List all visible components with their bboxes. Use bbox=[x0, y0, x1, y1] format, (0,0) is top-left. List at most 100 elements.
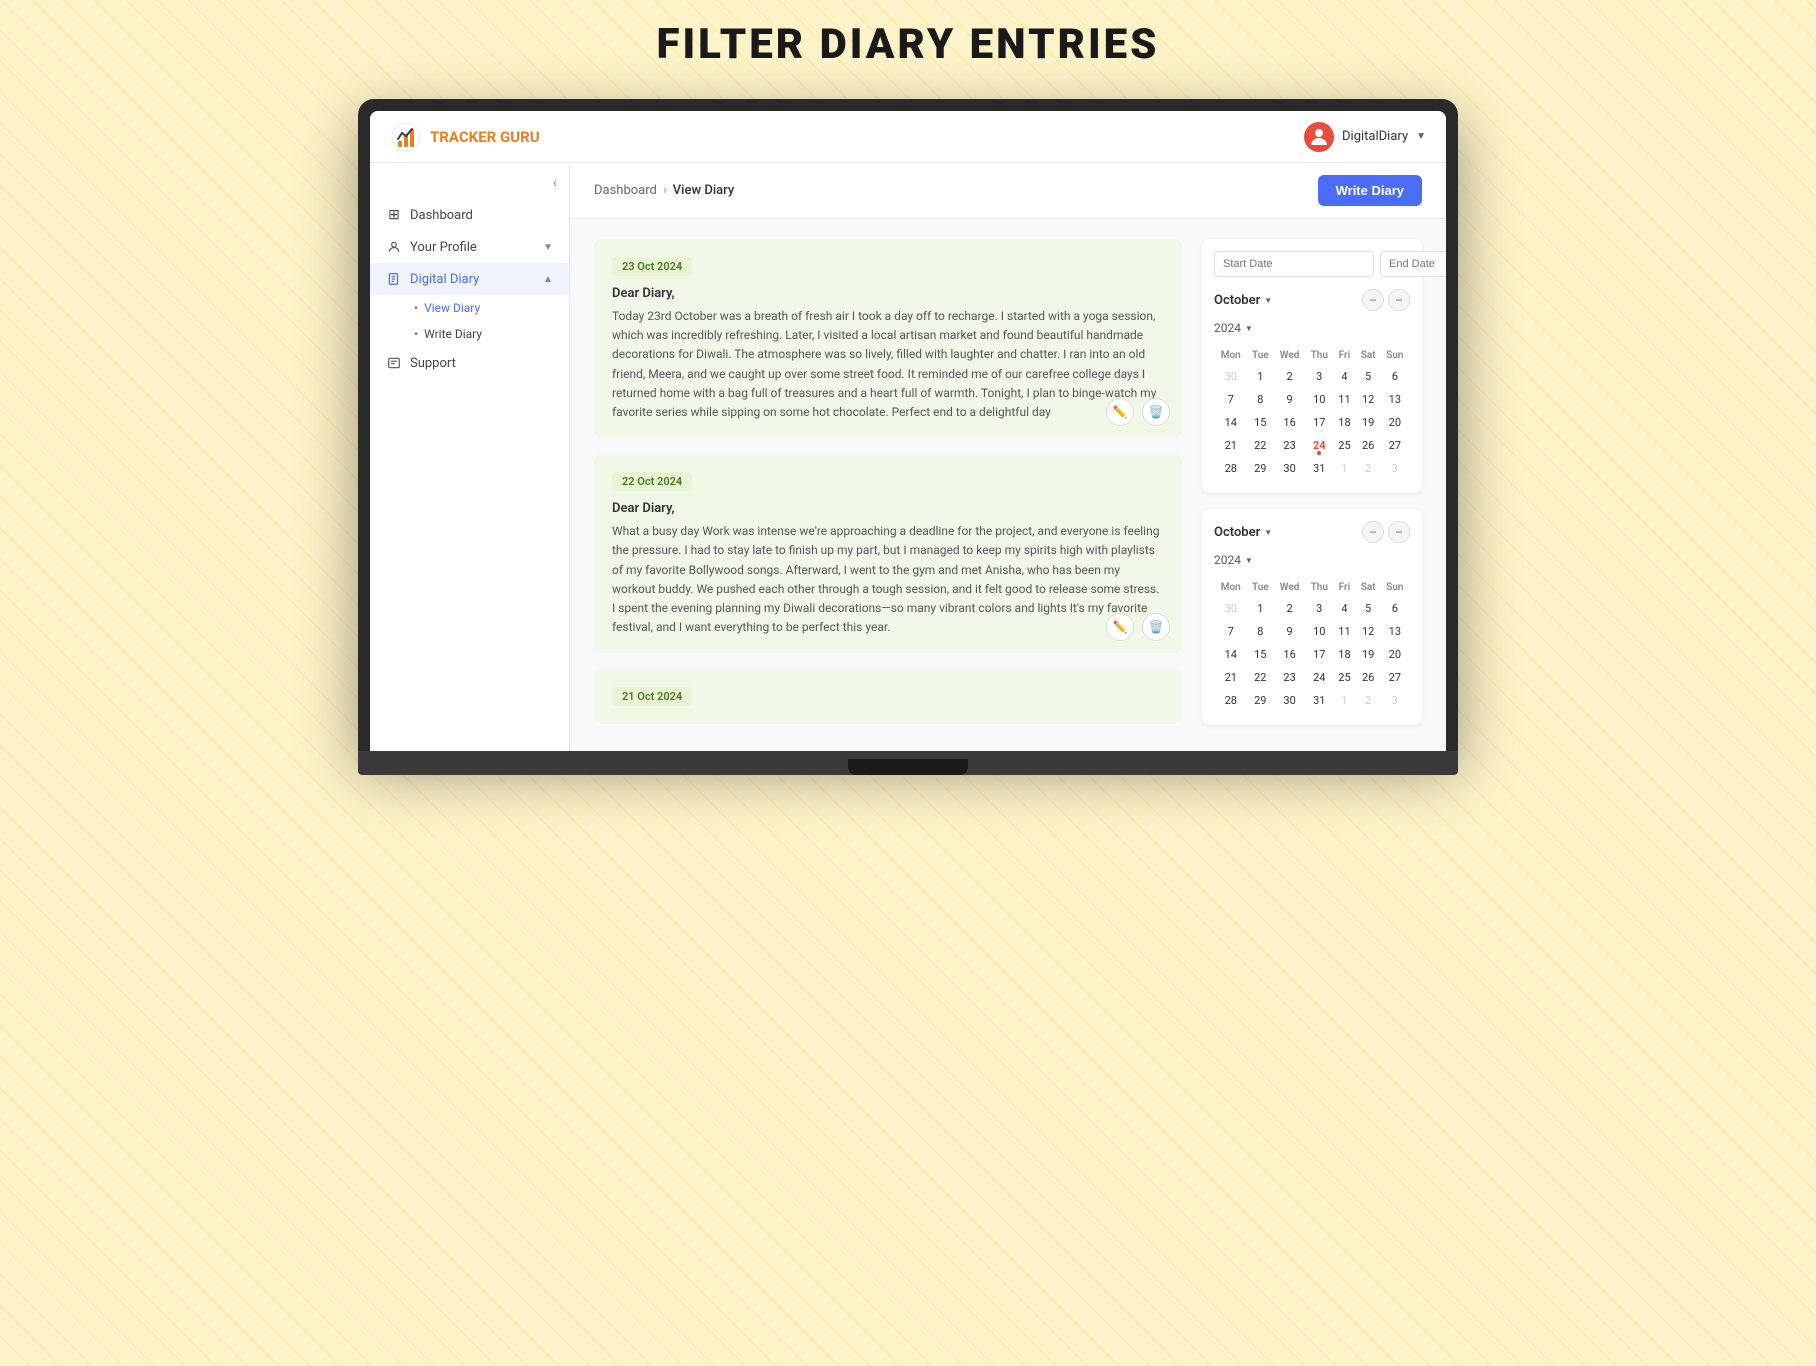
calendar-day[interactable]: 19 bbox=[1357, 412, 1380, 433]
calendar-day[interactable]: 31 bbox=[1306, 690, 1332, 711]
content-header: Dashboard › View Diary Write Diary bbox=[570, 163, 1446, 219]
calendar-day[interactable]: 17 bbox=[1306, 412, 1332, 433]
calendar-day[interactable]: 2 bbox=[1275, 366, 1304, 387]
calendar-day[interactable]: 26 bbox=[1357, 667, 1380, 688]
calendar-bottom-month-chevron-icon[interactable] bbox=[1264, 527, 1272, 538]
calendar-day[interactable]: 16 bbox=[1275, 412, 1304, 433]
calendar-day[interactable]: 10 bbox=[1306, 621, 1332, 642]
calendar-day[interactable]: 3 bbox=[1382, 690, 1408, 711]
view-diary-label: View Diary bbox=[424, 301, 480, 315]
calendar-day[interactable]: 1 bbox=[1248, 598, 1274, 619]
calendar-day[interactable]: 1 bbox=[1248, 366, 1274, 387]
calendar-day[interactable]: 7 bbox=[1216, 389, 1246, 410]
calendar-day[interactable]: 5 bbox=[1357, 598, 1380, 619]
sidebar-toggle[interactable]: ‹ bbox=[370, 175, 569, 199]
sidebar-item-dashboard[interactable]: ⊞ Dashboard bbox=[370, 199, 569, 231]
calendar-day[interactable]: 16 bbox=[1275, 644, 1304, 665]
navbar: TRACKER GURU DigitalDiary ▼ bbox=[370, 111, 1446, 163]
calendar-day[interactable]: 21 bbox=[1216, 667, 1246, 688]
sidebar-item-view-diary[interactable]: View Diary bbox=[398, 295, 569, 321]
calendar-day[interactable]: 26 bbox=[1357, 435, 1380, 456]
calendar-day[interactable]: 29 bbox=[1248, 458, 1274, 479]
entry-1-delete-button[interactable]: 🗑️ bbox=[1142, 398, 1170, 426]
calendar-top-month-chevron-icon[interactable] bbox=[1264, 295, 1272, 306]
calendar-day[interactable]: 6 bbox=[1382, 598, 1408, 619]
calendar-bottom-prev-button[interactable]: − bbox=[1362, 521, 1384, 543]
calendar-day[interactable]: 6 bbox=[1382, 366, 1408, 387]
entry-2-edit-button[interactable]: ✏️ bbox=[1106, 613, 1134, 641]
calendar-day[interactable]: 29 bbox=[1248, 690, 1274, 711]
calendar-day[interactable]: 31 bbox=[1306, 458, 1332, 479]
calendar-day[interactable]: 10 bbox=[1306, 389, 1332, 410]
cal-top-th-fri: Fri bbox=[1334, 347, 1354, 364]
calendar-top-next-button[interactable]: − bbox=[1388, 289, 1410, 311]
calendar-bottom-year-chevron-icon[interactable] bbox=[1245, 555, 1253, 566]
calendar-top-year-chevron-icon[interactable] bbox=[1245, 323, 1253, 334]
calendar-day[interactable]: 8 bbox=[1248, 389, 1274, 410]
calendar-day[interactable]: 21 bbox=[1216, 435, 1246, 456]
calendar-day[interactable]: 12 bbox=[1357, 621, 1380, 642]
entry-2-delete-button[interactable]: 🗑️ bbox=[1142, 613, 1170, 641]
calendar-day[interactable]: 22 bbox=[1248, 435, 1274, 456]
entry-1-edit-button[interactable]: ✏️ bbox=[1106, 398, 1134, 426]
calendar-day[interactable]: 4 bbox=[1334, 598, 1354, 619]
calendar-day[interactable]: 23 bbox=[1275, 667, 1304, 688]
calendar-day[interactable]: 15 bbox=[1248, 644, 1274, 665]
calendar-day[interactable]: 1 bbox=[1334, 690, 1354, 711]
sidebar-item-your-profile[interactable]: Your Profile ▼ bbox=[370, 231, 569, 263]
end-date-input[interactable] bbox=[1380, 251, 1446, 277]
calendar-day[interactable]: 4 bbox=[1334, 366, 1354, 387]
calendar-day[interactable]: 25 bbox=[1334, 667, 1354, 688]
start-date-input[interactable] bbox=[1214, 251, 1374, 277]
calendar-day[interactable]: 28 bbox=[1216, 690, 1246, 711]
calendar-day[interactable]: 9 bbox=[1275, 621, 1304, 642]
calendar-day[interactable]: 27 bbox=[1382, 667, 1408, 688]
calendar-day[interactable]: 20 bbox=[1382, 412, 1408, 433]
calendar-day[interactable]: 27 bbox=[1382, 435, 1408, 456]
calendar-day[interactable]: 18 bbox=[1334, 644, 1354, 665]
calendar-day[interactable]: 7 bbox=[1216, 621, 1246, 642]
calendar-day[interactable]: 13 bbox=[1382, 389, 1408, 410]
sidebar-item-dashboard-label: Dashboard bbox=[410, 208, 473, 223]
calendar-day[interactable]: 5 bbox=[1357, 366, 1380, 387]
calendar-day[interactable]: 12 bbox=[1357, 389, 1380, 410]
calendar-day[interactable]: 25 bbox=[1334, 435, 1354, 456]
sidebar-item-write-diary[interactable]: Write Diary bbox=[398, 321, 569, 347]
calendar-day[interactable]: 3 bbox=[1306, 366, 1332, 387]
calendar-day[interactable]: 2 bbox=[1275, 598, 1304, 619]
calendar-day[interactable]: 2 bbox=[1357, 458, 1380, 479]
sidebar-item-support[interactable]: Support bbox=[370, 347, 569, 379]
calendar-bottom-next-button[interactable]: − bbox=[1388, 521, 1410, 543]
calendar-day[interactable]: 18 bbox=[1334, 412, 1354, 433]
calendar-day[interactable]: 13 bbox=[1382, 621, 1408, 642]
calendar-day[interactable]: 30 bbox=[1216, 598, 1246, 619]
calendar-day[interactable]: 23 bbox=[1275, 435, 1304, 456]
calendar-day[interactable]: 30 bbox=[1275, 458, 1304, 479]
calendar-day[interactable]: 24 bbox=[1306, 667, 1332, 688]
calendar-day[interactable]: 8 bbox=[1248, 621, 1274, 642]
calendar-day[interactable]: 2 bbox=[1357, 690, 1380, 711]
calendar-day[interactable]: 14 bbox=[1216, 644, 1246, 665]
calendar-day[interactable]: 30 bbox=[1216, 366, 1246, 387]
collapse-icon[interactable]: ‹ bbox=[553, 175, 557, 191]
calendar-day[interactable]: 19 bbox=[1357, 644, 1380, 665]
calendar-day[interactable]: 11 bbox=[1334, 389, 1354, 410]
calendar-day[interactable]: 24 bbox=[1306, 435, 1332, 456]
calendar-day[interactable]: 3 bbox=[1382, 458, 1408, 479]
calendar-day[interactable]: 22 bbox=[1248, 667, 1274, 688]
user-menu[interactable]: DigitalDiary ▼ bbox=[1304, 122, 1426, 152]
calendar-day[interactable]: 9 bbox=[1275, 389, 1304, 410]
calendar-day[interactable]: 3 bbox=[1306, 598, 1332, 619]
calendar-day[interactable]: 28 bbox=[1216, 458, 1246, 479]
calendar-day[interactable]: 1 bbox=[1334, 458, 1354, 479]
calendar-day[interactable]: 17 bbox=[1306, 644, 1332, 665]
calendar-day[interactable]: 14 bbox=[1216, 412, 1246, 433]
calendar-day[interactable]: 20 bbox=[1382, 644, 1408, 665]
sidebar-item-digital-diary[interactable]: Digital Diary ▲ bbox=[370, 263, 569, 295]
write-diary-button[interactable]: Write Diary bbox=[1318, 175, 1422, 206]
calendar-day[interactable]: 30 bbox=[1275, 690, 1304, 711]
calendar-top-prev-button[interactable]: − bbox=[1362, 289, 1384, 311]
calendar-bottom-nav: − − bbox=[1362, 521, 1410, 543]
calendar-day[interactable]: 11 bbox=[1334, 621, 1354, 642]
calendar-day[interactable]: 15 bbox=[1248, 412, 1274, 433]
